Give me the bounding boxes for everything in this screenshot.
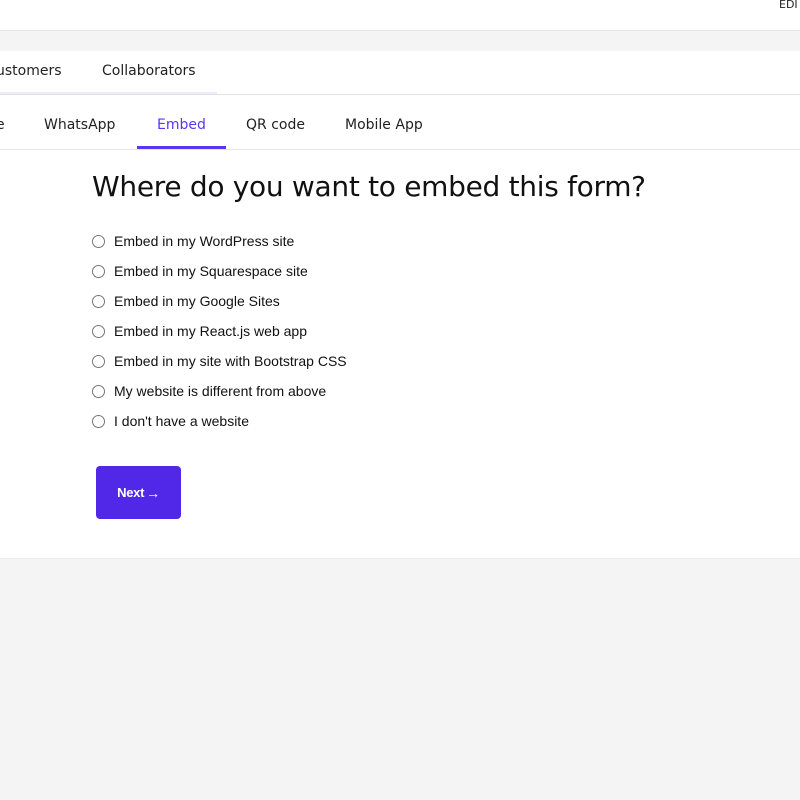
radio-button[interactable]	[92, 414, 105, 428]
option-squarespace[interactable]: Embed in my Squarespace site	[92, 261, 308, 281]
option-bootstrap[interactable]: Embed in my site with Bootstrap CSS	[92, 351, 347, 371]
radio-button[interactable]	[92, 294, 105, 308]
tab-embed[interactable]: Embed	[157, 117, 206, 133]
option-label: Embed in my Squarespace site	[114, 263, 308, 279]
tab-collaborators[interactable]: Collaborators	[102, 63, 196, 79]
option-wordpress[interactable]: Embed in my WordPress site	[92, 231, 294, 251]
tab-mobile-app[interactable]: Mobile App	[345, 117, 423, 133]
radio-button[interactable]	[92, 384, 105, 398]
tab-whatsapp[interactable]: WhatsApp	[44, 117, 115, 133]
option-label: I don't have a website	[114, 413, 249, 429]
tab-qr-code[interactable]: QR code	[246, 117, 305, 133]
tab-partial[interactable]: e	[0, 117, 5, 133]
radio-button[interactable]	[92, 354, 105, 368]
option-label: Embed in my Google Sites	[114, 293, 280, 309]
option-label: My website is different from above	[114, 383, 327, 399]
share-tabs: e WhatsApp Embed QR code Mobile App	[0, 95, 800, 150]
option-label: Embed in my React.js web app	[114, 323, 307, 339]
option-react[interactable]: Embed in my React.js web app	[92, 321, 307, 341]
radio-button[interactable]	[92, 324, 105, 338]
next-label: Next	[117, 485, 145, 500]
main-tabs: ustomers Collaborators	[0, 51, 800, 95]
option-label: Embed in my WordPress site	[114, 233, 295, 249]
next-button[interactable]: Next →	[96, 466, 181, 519]
top-bar: EDI	[0, 0, 800, 31]
option-no-website[interactable]: I don't have a website	[92, 411, 249, 431]
tab-underline	[0, 92, 217, 94]
radio-button[interactable]	[92, 234, 105, 248]
page-title: Where do you want to embed this form?	[92, 170, 646, 203]
tab-customers[interactable]: ustomers	[0, 63, 62, 79]
edit-link[interactable]: EDI	[779, 0, 798, 11]
arrow-right-icon: →	[146, 484, 160, 501]
option-label: Embed in my site with Bootstrap CSS	[114, 353, 347, 369]
option-other-website[interactable]: My website is different from above	[92, 381, 326, 401]
active-tab-indicator	[137, 146, 226, 149]
radio-button[interactable]	[92, 264, 105, 278]
embed-panel: Where do you want to embed this form? Em…	[0, 150, 800, 559]
option-google-sites[interactable]: Embed in my Google Sites	[92, 291, 280, 311]
